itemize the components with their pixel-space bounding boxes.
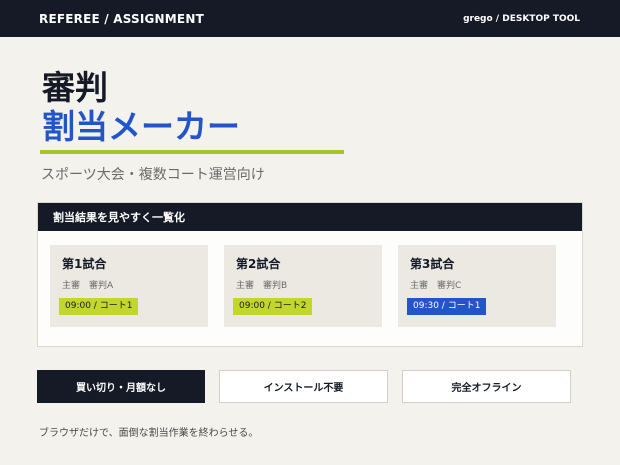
feature-offline-button[interactable]: 完全オフライン xyxy=(402,370,571,403)
feature-buyout-button[interactable]: 買い切り・月額なし xyxy=(37,370,205,403)
feature-no-install-button[interactable]: インストール不要 xyxy=(219,370,388,403)
panel-header: 割当結果を見やすく一覧化 xyxy=(38,203,582,231)
header-right-label: grego / DESKTOP TOOL xyxy=(463,13,580,24)
match-title: 第3試合 xyxy=(410,257,455,271)
match-referee: 主審 審判A xyxy=(62,281,114,291)
match-time-court-badge: 09:30 / コート1 xyxy=(407,298,487,315)
feature-label: 完全オフライン xyxy=(451,383,522,394)
match-referee: 主審 審判B xyxy=(236,281,288,291)
match-title: 第2試合 xyxy=(236,257,281,271)
match-card[interactable]: 第1試合 主審 審判A 09:00 / コート1 xyxy=(50,245,208,327)
hero-subtitle: スポーツ大会・複数コート運営向け xyxy=(41,167,265,183)
hero-title-line-1: 審判 xyxy=(42,68,108,107)
panel-title: 割当結果を見やすく一覧化 xyxy=(53,211,185,224)
match-title: 第1試合 xyxy=(62,257,107,271)
match-time-court-badge: 09:00 / コート2 xyxy=(233,298,313,315)
match-card[interactable]: 第2試合 主審 審判B 09:00 / コート2 xyxy=(224,245,382,327)
feature-label: 買い切り・月額なし xyxy=(76,383,166,394)
match-card[interactable]: 第3試合 主審 審判C 09:30 / コート1 xyxy=(398,245,556,327)
title-underline xyxy=(40,150,344,154)
hero-title-line-2: 割当メーカー xyxy=(42,107,240,146)
match-time-court-badge: 09:00 / コート1 xyxy=(59,298,139,315)
assignment-panel: 割当結果を見やすく一覧化 第1試合 主審 審判A 09:00 / コート1 第2… xyxy=(37,202,583,347)
footer-tagline: ブラウザだけで、面倒な割当作業を終わらせる。 xyxy=(39,428,259,439)
feature-label: インストール不要 xyxy=(263,383,344,394)
top-bar: REFEREE / ASSIGNMENT grego / DESKTOP TOO… xyxy=(0,0,620,37)
app-brand: REFEREE / ASSIGNMENT xyxy=(39,11,204,26)
match-referee: 主審 審判C xyxy=(410,281,462,291)
